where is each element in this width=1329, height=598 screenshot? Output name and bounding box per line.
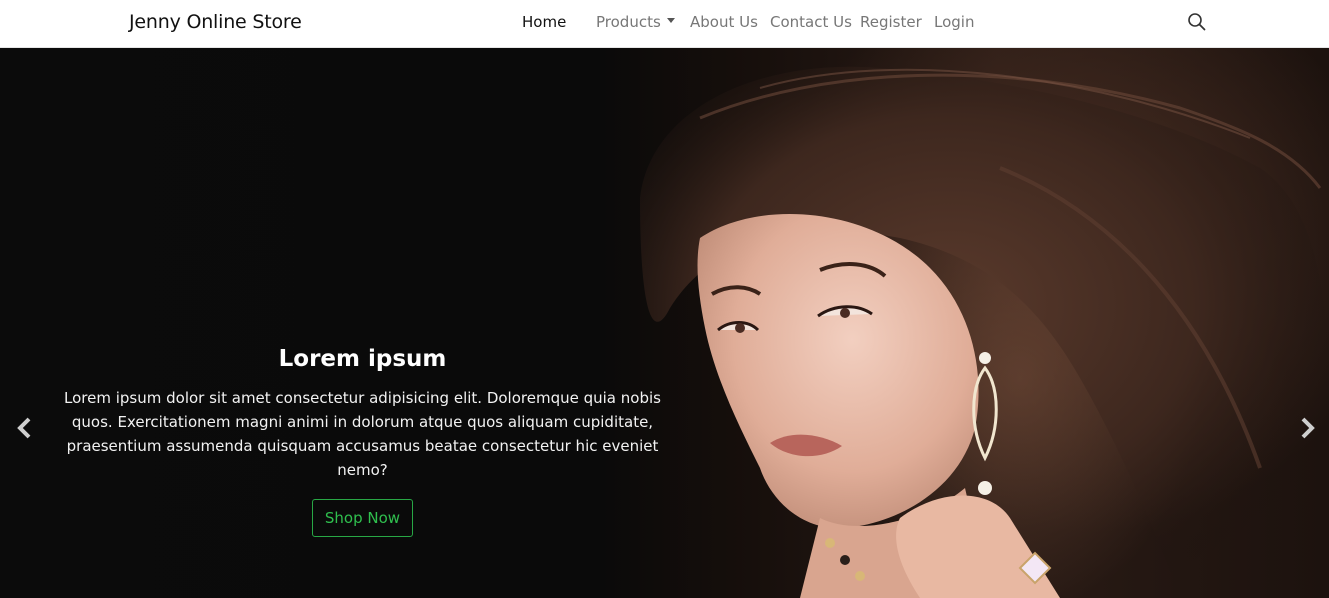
chevron-left-icon[interactable]: [15, 413, 35, 443]
nav-home[interactable]: Home: [522, 13, 566, 31]
caret-down-icon: [666, 18, 675, 23]
nav-products-dropdown[interactable]: Products: [596, 13, 675, 31]
caption-text: Lorem ipsum dolor sit amet consectetur a…: [64, 389, 661, 479]
carousel-caption: Lorem ipsum Lorem ipsum dolor sit amet c…: [60, 344, 665, 537]
top-navbar: Jenny Online Store Home Products About U…: [0, 0, 1329, 48]
caption-title: Lorem ipsum: [278, 346, 447, 372]
chevron-right-icon[interactable]: [1297, 413, 1317, 443]
nav-contact-us[interactable]: Contact Us: [770, 13, 852, 31]
shop-now-button[interactable]: Shop Now: [311, 499, 414, 537]
hero-carousel: Lorem ipsum Lorem ipsum dolor sit amet c…: [0, 48, 1329, 598]
brand-logo[interactable]: Jenny Online Store: [129, 11, 302, 33]
search-icon[interactable]: [1186, 11, 1208, 33]
nav-register[interactable]: Register: [860, 13, 922, 31]
nav-products-label: Products: [596, 13, 661, 31]
nav-about-us[interactable]: About Us: [690, 13, 758, 31]
nav-login[interactable]: Login: [934, 13, 974, 31]
